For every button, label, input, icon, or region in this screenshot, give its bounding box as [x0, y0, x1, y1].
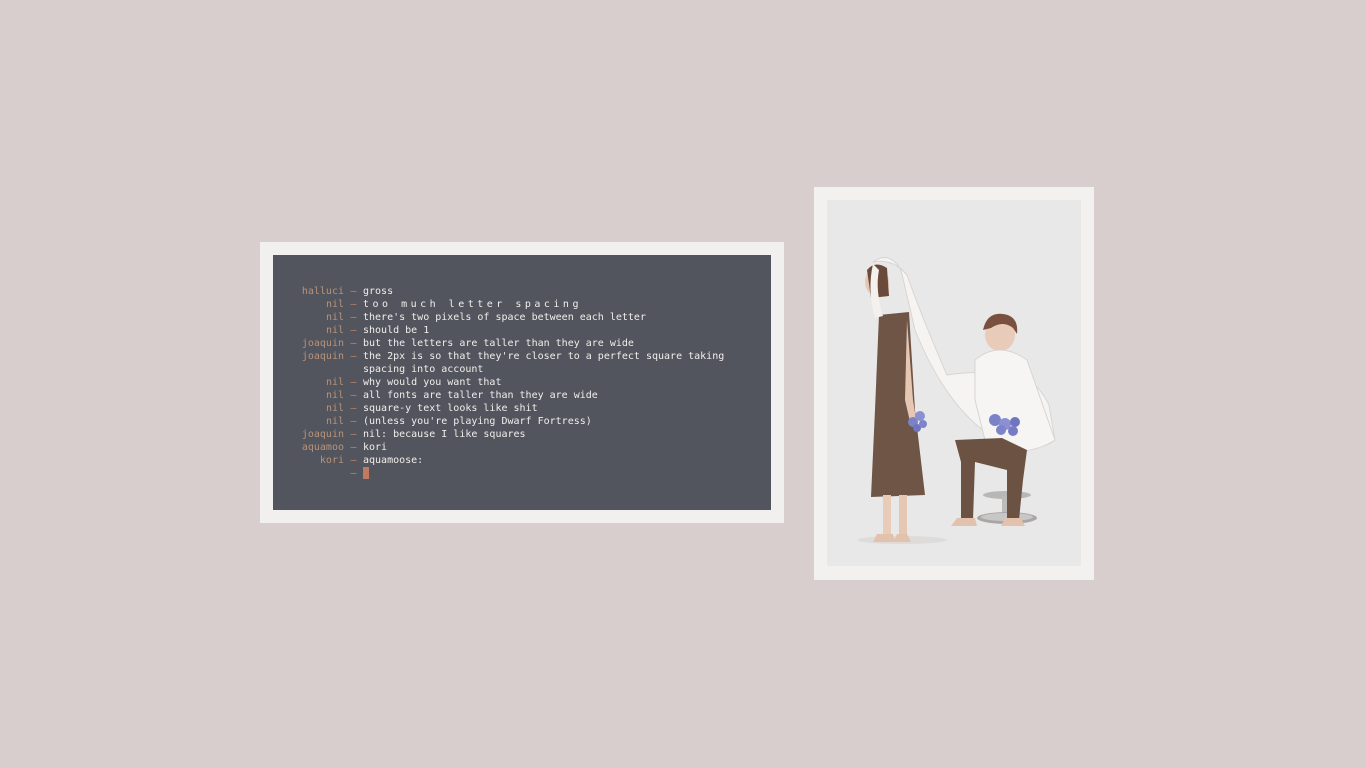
chat-separator: – [350, 455, 357, 466]
chat-nick: joaquin [301, 338, 344, 349]
text-cursor [363, 467, 369, 479]
chat-line: nil – should be 1 [273, 324, 771, 337]
chat-line: nil – why would you want that [273, 376, 771, 389]
chat-message: the 2px is so that they're closer to a p… [363, 351, 731, 375]
prompt-input[interactable] [363, 467, 733, 481]
prompt-separator: – [350, 468, 357, 479]
chat-nick: nil [325, 416, 344, 427]
chat-separator: – [350, 403, 357, 414]
chat-message: aquamoose: [363, 455, 424, 466]
chat-message: should be 1 [363, 325, 430, 336]
chat-nick: nil [325, 312, 344, 323]
chat-separator: – [350, 442, 357, 453]
input-prompt-line[interactable]: – [273, 467, 771, 481]
chat-message: but the letters are taller than they are… [363, 338, 634, 349]
chat-line: aquamoo – kori [273, 441, 771, 454]
chat-separator: – [350, 390, 357, 401]
chat-nick: nil [325, 325, 344, 336]
chat-line: joaquin – but the letters are taller than … [273, 337, 771, 350]
desktop: halluci – gross nil – too much letter spacing… [0, 0, 1366, 768]
chat-log[interactable]: halluci – gross nil – too much letter spacing… [273, 255, 771, 510]
chat-nick: joaquin [301, 429, 344, 440]
chat-line: nil – too much letter spacing [273, 298, 771, 311]
chat-message: too much letter spacing [363, 299, 582, 310]
chat-separator: – [350, 312, 357, 323]
image-viewer-window[interactable] [814, 187, 1094, 580]
chat-message: all fonts are taller than they are wide [363, 390, 598, 401]
chat-separator: – [350, 299, 357, 310]
chat-line: halluci – gross [273, 285, 771, 298]
chat-separator: – [350, 325, 357, 336]
chat-separator: – [350, 416, 357, 427]
terminal-window[interactable]: halluci – gross nil – too much letter spacing… [260, 242, 784, 523]
chat-separator: – [350, 429, 357, 440]
chat-message: square-y text looks like shit [363, 403, 538, 414]
chat-message: there's two pixels of space between each… [363, 312, 646, 323]
chat-message: gross [363, 286, 394, 297]
chat-nick: aquamoo [301, 442, 344, 453]
chat-separator: – [350, 286, 357, 297]
chat-line: nil – all fonts are taller than they are w… [273, 389, 771, 402]
chat-line: joaquin – nil: because I like squares [273, 428, 771, 441]
chat-nick: nil [325, 403, 344, 414]
chat-line: kori – aquamoose: [273, 454, 771, 467]
chat-message: nil: because I like squares [363, 429, 526, 440]
chat-nick: nil [325, 299, 344, 310]
chat-nick: kori [319, 455, 344, 466]
chat-message: (unless you're playing Dwarf Fortress) [363, 416, 592, 427]
chat-nick: joaquin [301, 351, 344, 362]
chat-separator: – [350, 338, 357, 349]
chat-line: joaquin – the 2px is so that they're close… [273, 350, 771, 376]
chat-separator: – [350, 377, 357, 388]
chat-line: nil – there's two pixels of space between … [273, 311, 771, 324]
chat-line: nil – square-y text looks like shit [273, 402, 771, 415]
chat-nick: halluci [301, 286, 344, 297]
chat-line: nil – (unless you're playing Dwarf Fortres… [273, 415, 771, 428]
chat-nick: nil [325, 377, 344, 388]
chat-message: kori [363, 442, 388, 453]
chat-separator: – [350, 351, 357, 362]
illustration-image [827, 200, 1081, 566]
chat-message: why would you want that [363, 377, 502, 388]
chat-nick: nil [325, 390, 344, 401]
prompt-nick-spacer [273, 467, 344, 481]
illustration-svg [857, 257, 1056, 544]
